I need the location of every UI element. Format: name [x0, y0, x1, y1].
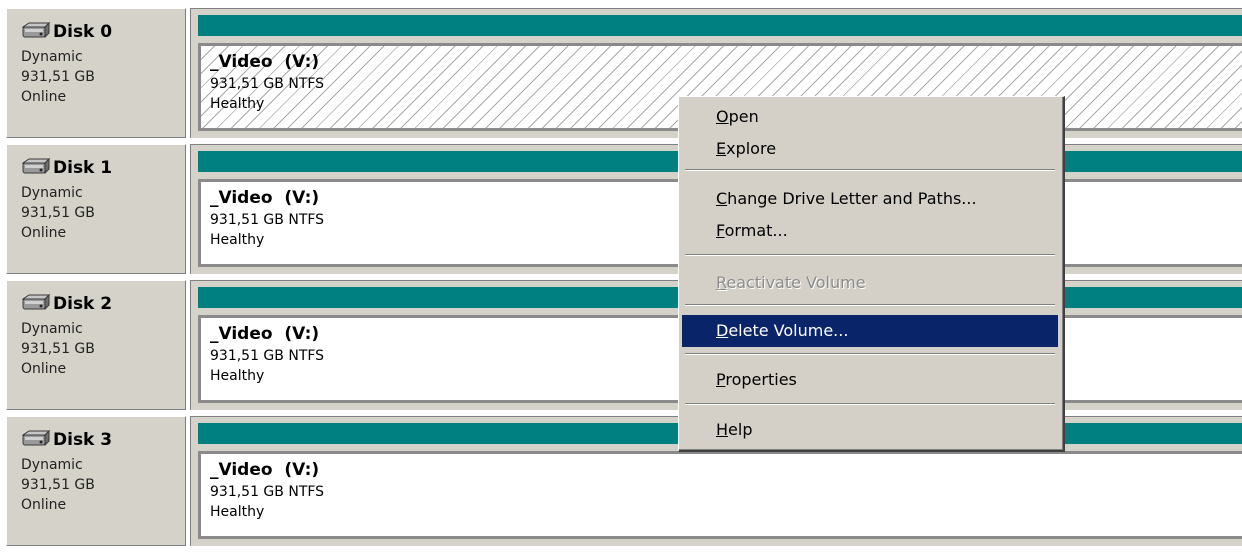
volume-name: _Video (V:)	[210, 52, 320, 72]
disk-name-text: Disk 1	[53, 158, 113, 178]
volume-filesystem: 931,51 GB NTFS	[210, 76, 325, 92]
disk-name-text: Disk 0	[53, 22, 113, 42]
volume-filesystem: 931,51 GB NTFS	[210, 484, 325, 500]
disk-status: Online	[21, 89, 67, 105]
disk-status: Online	[21, 497, 67, 513]
disk-type: Dynamic	[21, 185, 83, 201]
menu-accel: E	[716, 139, 727, 158]
menu-label: ormat...	[724, 221, 788, 240]
disk-name: Disk 2	[21, 293, 112, 315]
context-menu: Open Explore Change Drive Letter and Pat…	[678, 96, 1065, 452]
volume-health: Healthy	[210, 96, 265, 112]
volume-bar	[198, 15, 1242, 36]
disk-status: Online	[21, 225, 67, 241]
menu-label: elete Volume...	[728, 321, 849, 340]
hard-disk-icon	[21, 157, 51, 179]
disk-size: 931,51 GB	[21, 341, 95, 357]
menu-item-help[interactable]: Help	[682, 415, 1058, 445]
menu-accel: D	[716, 321, 729, 340]
disk-type: Dynamic	[21, 49, 83, 65]
menu-accel: C	[716, 189, 728, 208]
disk-status: Online	[21, 361, 67, 377]
volume-block[interactable]: _Video (V:) 931,51 GB NTFS Healthy	[198, 451, 1242, 539]
disk-name: Disk 1	[21, 157, 112, 179]
menu-item-properties[interactable]: Properties	[682, 365, 1058, 395]
menu-item-reactivate-volume: Reactivate Volume	[682, 268, 1058, 298]
menu-accel: O	[716, 107, 729, 126]
menu-item-delete-volume[interactable]: Delete Volume...	[682, 315, 1058, 347]
disk-meta: Dynamic 931,51 GB Online	[21, 47, 95, 107]
menu-separator	[685, 254, 1055, 256]
menu-accel: F	[716, 221, 725, 240]
disk-label[interactable]: Disk 1 Dynamic 931,51 GB Online	[6, 144, 186, 274]
disk-name-text: Disk 3	[53, 430, 113, 450]
volume-filesystem: 931,51 GB NTFS	[210, 348, 325, 364]
menu-separator	[685, 353, 1055, 355]
disk-type: Dynamic	[21, 321, 83, 337]
menu-item-explore[interactable]: Explore	[682, 134, 1058, 164]
disk-name: Disk 0	[21, 21, 112, 43]
volume-health: Healthy	[210, 232, 265, 248]
disk-label[interactable]: Disk 0 Dynamic 931,51 GB Online	[6, 8, 186, 138]
disk-name: Disk 3	[21, 429, 112, 451]
menu-item-format[interactable]: Format...	[682, 216, 1058, 246]
menu-accel: H	[716, 420, 729, 439]
disk-type: Dynamic	[21, 457, 83, 473]
disk-meta: Dynamic 931,51 GB Online	[21, 319, 95, 379]
volume-health: Healthy	[210, 504, 265, 520]
hard-disk-icon	[21, 21, 51, 43]
menu-label: eactivate Volume	[726, 273, 866, 292]
disk-meta: Dynamic 931,51 GB Online	[21, 183, 95, 243]
disk-name-text: Disk 2	[53, 294, 113, 314]
menu-separator	[685, 403, 1055, 405]
volume-health: Healthy	[210, 368, 265, 384]
menu-separator	[685, 304, 1055, 306]
menu-accel: P	[716, 370, 726, 389]
disk-label[interactable]: Disk 3 Dynamic 931,51 GB Online	[6, 416, 186, 546]
disk-label[interactable]: Disk 2 Dynamic 931,51 GB Online	[6, 280, 186, 410]
menu-accel: R	[716, 273, 727, 292]
menu-separator	[685, 169, 1055, 171]
hard-disk-icon	[21, 429, 51, 451]
disk-size: 931,51 GB	[21, 205, 95, 221]
volume-name: _Video (V:)	[210, 188, 320, 208]
volume-filesystem: 931,51 GB NTFS	[210, 212, 325, 228]
menu-label: pen	[728, 107, 759, 126]
menu-item-change-drive-letter[interactable]: Change Drive Letter and Paths...	[682, 184, 1058, 214]
volume-name: _Video (V:)	[210, 324, 320, 344]
menu-label: hange Drive Letter and Paths...	[727, 189, 977, 208]
hard-disk-icon	[21, 293, 51, 315]
menu-label: elp	[728, 420, 753, 439]
menu-label: xplore	[726, 139, 777, 158]
volume-name: _Video (V:)	[210, 460, 320, 480]
menu-label: roperties	[725, 370, 797, 389]
disk-meta: Dynamic 931,51 GB Online	[21, 455, 95, 515]
disk-size: 931,51 GB	[21, 477, 95, 493]
disk-size: 931,51 GB	[21, 69, 95, 85]
menu-item-open[interactable]: Open	[682, 102, 1058, 132]
